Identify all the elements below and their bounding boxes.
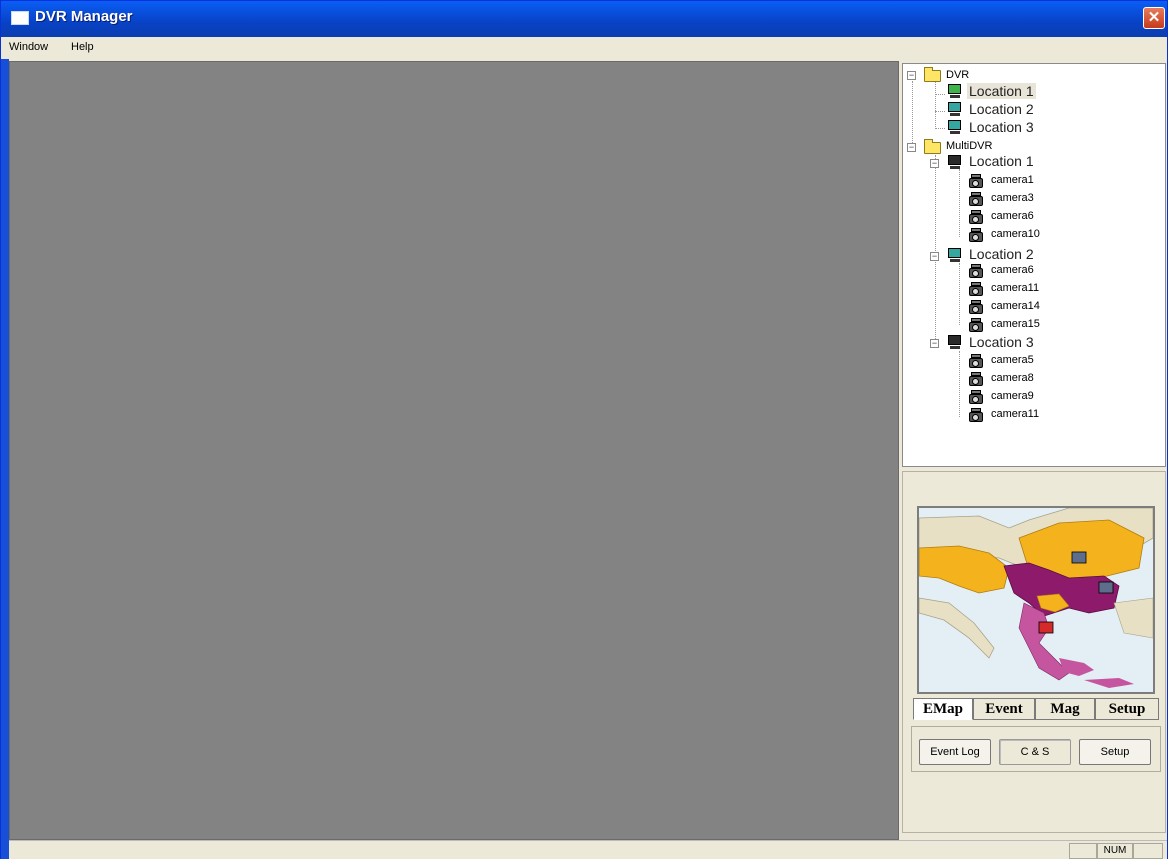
status-bar (9, 840, 1167, 859)
tree-node-multidvr-location-2[interactable]: Location 2 (969, 246, 1034, 262)
tab-event[interactable]: Event (973, 698, 1035, 720)
camera-icon (969, 390, 987, 406)
camera-icon (969, 174, 987, 190)
folder-icon (924, 139, 941, 154)
tree-line (959, 351, 960, 417)
camera-icon (969, 318, 987, 334)
tree-node-multidvr-location-3[interactable]: Location 3 (969, 334, 1034, 350)
window-title: DVR Manager (35, 8, 133, 25)
window-left-border (1, 59, 9, 859)
setup-button[interactable]: Setup (1079, 739, 1151, 765)
monitor-icon (947, 102, 963, 116)
tree-node-dvr[interactable]: DVR (946, 69, 969, 81)
tree-node-camera[interactable]: camera11 (991, 408, 1039, 420)
title-bar[interactable]: DVR Manager ✕ (1, 1, 1167, 37)
emap-image (919, 508, 1153, 692)
close-icon: ✕ (1147, 9, 1161, 26)
camera-icon (969, 210, 987, 226)
emap-view[interactable] (917, 506, 1155, 694)
camera-icon (969, 192, 987, 208)
monitor-icon (947, 155, 963, 169)
camera-icon (969, 354, 987, 370)
menu-window[interactable]: Window (9, 41, 48, 53)
camera-icon (969, 372, 987, 388)
tree-line (935, 94, 945, 95)
tree-line (935, 155, 936, 345)
tree-node-camera[interactable]: camera14 (991, 300, 1040, 312)
camera-icon (969, 228, 987, 244)
video-display-area[interactable] (9, 61, 899, 840)
app-window: DVR Manager ✕ Window Help − DVR Location… (0, 0, 1168, 859)
collapse-toggle[interactable]: − (930, 252, 939, 261)
collapse-toggle[interactable]: − (907, 143, 916, 152)
tree-node-camera[interactable]: camera11 (991, 282, 1039, 294)
status-cell-empty (1069, 843, 1097, 859)
monitor-icon (947, 120, 963, 134)
device-tree[interactable] (902, 63, 1166, 467)
tree-node-camera[interactable]: camera6 (991, 210, 1034, 222)
tree-line (935, 81, 936, 129)
monitor-icon (947, 335, 963, 349)
tree-node-camera[interactable]: camera10 (991, 228, 1040, 240)
monitor-icon (947, 84, 963, 98)
menu-help[interactable]: Help (71, 41, 94, 53)
tree-node-dvr-location-1[interactable]: Location 1 (967, 83, 1036, 99)
collapse-toggle[interactable]: − (930, 339, 939, 348)
tree-node-camera[interactable]: camera8 (991, 372, 1034, 384)
cs-button[interactable]: C & S (999, 739, 1071, 765)
tree-line (959, 169, 960, 237)
tree-node-multidvr-location-1[interactable]: Location 1 (969, 153, 1034, 169)
tree-node-camera[interactable]: camera6 (991, 264, 1034, 276)
tree-node-camera[interactable]: camera15 (991, 318, 1040, 330)
camera-icon (969, 282, 987, 298)
status-cell-empty (1133, 843, 1163, 859)
tree-node-dvr-location-3[interactable]: Location 3 (969, 119, 1034, 135)
folder-icon (924, 67, 941, 82)
collapse-toggle[interactable]: − (930, 159, 939, 168)
event-log-button[interactable]: Event Log (919, 739, 991, 765)
collapse-toggle[interactable]: − (907, 71, 916, 80)
tree-node-multidvr[interactable]: MultiDVR (946, 140, 992, 152)
monitor-icon (947, 248, 963, 262)
close-button[interactable]: ✕ (1143, 7, 1165, 29)
tab-mag[interactable]: Mag (1035, 698, 1095, 720)
tree-line (935, 128, 945, 129)
tree-node-camera[interactable]: camera5 (991, 354, 1034, 366)
camera-icon (969, 408, 987, 424)
tab-emap[interactable]: EMap (913, 698, 973, 720)
menu-bar: Window Help (1, 37, 1167, 59)
camera-icon (969, 264, 987, 280)
tree-node-dvr-location-2[interactable]: Location 2 (969, 101, 1034, 117)
tree-line (959, 263, 960, 325)
tree-node-camera[interactable]: camera3 (991, 192, 1034, 204)
app-icon (11, 11, 29, 25)
tab-setup[interactable]: Setup (1095, 698, 1159, 720)
status-num: NUM (1097, 843, 1133, 859)
tree-node-camera[interactable]: camera9 (991, 390, 1034, 402)
tree-line (912, 81, 913, 149)
tree-node-camera[interactable]: camera1 (991, 174, 1034, 186)
tree-line (935, 111, 945, 112)
camera-icon (969, 300, 987, 316)
